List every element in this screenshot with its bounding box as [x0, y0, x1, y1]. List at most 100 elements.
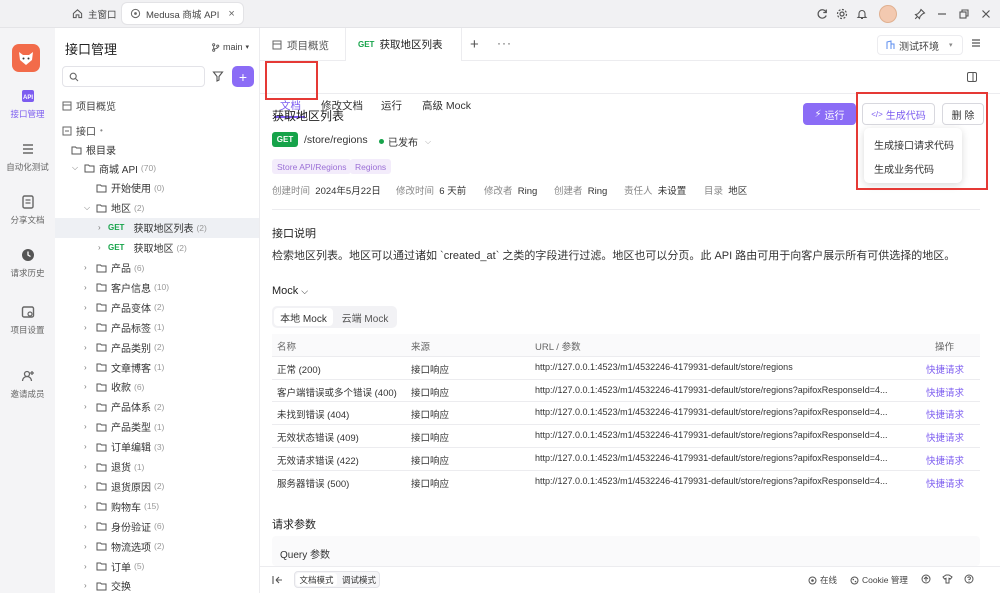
subtab-advanced-mock[interactable]: 高级 Mock — [422, 98, 471, 113]
mock-url[interactable]: http://127.0.0.1:4523/m1/4532246-4179931… — [535, 407, 888, 417]
generate-code-button[interactable]: </> 生成代码 — [862, 103, 935, 125]
doc-mode-button[interactable]: 文档模式 — [296, 573, 337, 586]
restore-icon[interactable] — [956, 6, 972, 22]
home-tab[interactable]: 主窗口 — [64, 3, 125, 24]
tab-cloud-mock[interactable]: 云端 Mock — [336, 308, 394, 326]
rail-item-settings[interactable]: 项目设置 — [0, 304, 55, 336]
shirt-icon[interactable] — [942, 574, 953, 584]
tree-folder[interactable]: › 产品标签 (1) — [55, 317, 259, 337]
tag-regions[interactable]: Regions — [350, 159, 392, 174]
project-overview-item[interactable]: 项目概览 — [62, 98, 116, 113]
tree-folder[interactable]: › 产品类型 (1) — [55, 417, 259, 437]
mock-url[interactable]: http://127.0.0.1:4523/m1/4532246-4179931… — [535, 453, 888, 463]
rail-item-history[interactable]: 请求历史 — [0, 247, 55, 279]
mock-url[interactable]: http://127.0.0.1:4523/m1/4532246-4179931… — [535, 430, 888, 440]
subtab-run[interactable]: 运行 — [381, 98, 402, 113]
delete-button[interactable]: 删 除 — [942, 103, 984, 125]
tree-folder[interactable]: › 产品 (6) — [55, 258, 259, 278]
tab-local-mock[interactable]: 本地 Mock — [274, 308, 333, 326]
add-button[interactable]: + — [232, 66, 254, 87]
tab-project-overview[interactable]: 项目概览 — [272, 35, 329, 55]
mock-url[interactable]: http://127.0.0.1:4523/m1/4532246-4179931… — [535, 385, 888, 395]
chevron-right-icon[interactable]: › — [84, 402, 96, 411]
tree-folder[interactable]: › 退货原因 (2) — [55, 476, 259, 496]
search-input[interactable] — [62, 66, 205, 87]
run-button[interactable]: ⚡ 运行 — [803, 103, 856, 125]
tree-folder[interactable]: › 订单 (5) — [55, 556, 259, 576]
environment-selector[interactable]: 测试环境 ▾ — [877, 35, 963, 55]
quick-request-link[interactable]: 快捷请求 — [926, 385, 964, 399]
tab-get-regions[interactable]: GET 获取地区列表 — [345, 28, 462, 61]
quick-request-link[interactable]: 快捷请求 — [926, 453, 964, 467]
tree-folder[interactable]: › 产品类别 (2) — [55, 337, 259, 357]
tree-folder[interactable]: › 客户信息 (10) — [55, 277, 259, 297]
chevron-right-icon[interactable]: › — [84, 542, 96, 551]
window-close-icon[interactable] — [978, 6, 994, 22]
debug-mode-button[interactable]: 调试模式 — [339, 573, 379, 586]
chevron-right-icon[interactable]: › — [84, 482, 96, 491]
chevron-right-icon[interactable]: › — [84, 422, 96, 431]
add-tab-icon[interactable]: + — [470, 36, 479, 53]
chevron-right-icon[interactable]: › — [84, 442, 96, 451]
chevron-right-icon[interactable]: › — [84, 263, 96, 272]
menu-icon[interactable] — [970, 37, 982, 49]
mock-url[interactable]: http://127.0.0.1:4523/m1/4532246-4179931… — [535, 362, 793, 372]
tree-folder[interactable]: › 购物车 (15) — [55, 496, 259, 516]
tree-folder[interactable]: › 订单编辑 (3) — [55, 437, 259, 457]
chevron-right-icon[interactable]: › — [84, 462, 96, 471]
chevron-down-icon[interactable]: ⌵ — [72, 163, 84, 173]
quick-request-link[interactable]: 快捷请求 — [926, 362, 964, 376]
mock-url[interactable]: http://127.0.0.1:4523/m1/4532246-4179931… — [535, 476, 888, 486]
tree-folder[interactable]: ⌵ 商城 API (70) — [55, 158, 259, 178]
online-status[interactable]: 在线 — [808, 574, 837, 586]
cookie-manager[interactable]: Cookie 管理 — [850, 574, 908, 586]
chevron-right-icon[interactable]: › — [84, 382, 96, 391]
rail-item-automation[interactable]: 自动化测试 — [0, 141, 55, 173]
avatar[interactable] — [879, 5, 897, 23]
close-icon[interactable]: × — [228, 8, 234, 20]
menu-item-business-code[interactable]: 生成业务代码 — [874, 161, 934, 176]
api-section-header[interactable]: 接口 • — [62, 123, 103, 138]
rail-item-invite[interactable]: 邀请成员 — [0, 368, 55, 400]
refresh-icon[interactable] — [814, 6, 830, 22]
chevron-right-icon[interactable]: › — [84, 502, 96, 511]
chevron-right-icon[interactable]: › — [84, 581, 96, 590]
tree-folder[interactable]: › 产品体系 (2) — [55, 397, 259, 417]
bell-icon[interactable] — [854, 6, 870, 22]
tree-folder[interactable]: › 收款 (6) — [55, 377, 259, 397]
tree-folder[interactable]: › 文章博客 (1) — [55, 357, 259, 377]
tree-folder[interactable]: 开始使用 (0) — [55, 178, 259, 198]
rail-item-share-doc[interactable]: 分享文档 — [0, 194, 55, 226]
tree-api-item[interactable]: › GET 获取地区 (2) — [55, 238, 259, 258]
chevron-right-icon[interactable]: › — [84, 522, 96, 531]
root-directory[interactable]: 根目录 — [71, 142, 116, 157]
gear-icon[interactable] — [834, 6, 850, 22]
chevron-right-icon[interactable]: › — [84, 323, 96, 332]
chevron-right-icon[interactable]: › — [84, 283, 96, 292]
status-selector[interactable]: 已发布 ⌵ — [379, 134, 431, 149]
tree-folder[interactable]: › 身份验证 (6) — [55, 516, 259, 536]
tree-api-item[interactable]: › GET 获取地区列表 (2) — [55, 217, 259, 238]
panel-toggle-icon[interactable] — [966, 71, 978, 83]
tree-folder[interactable]: ⌵ 地区 (2) — [55, 198, 259, 218]
tree-folder[interactable]: › 退货 (1) — [55, 457, 259, 477]
tree-folder[interactable]: › 交换 — [55, 576, 259, 593]
quick-request-link[interactable]: 快捷请求 — [926, 430, 964, 444]
pin-icon[interactable] — [912, 6, 928, 22]
help-icon[interactable] — [964, 574, 974, 584]
collapse-sidebar-icon[interactable] — [272, 575, 283, 585]
tree-folder[interactable]: › 产品变体 (2) — [55, 297, 259, 317]
project-tab[interactable]: Medusa 商城 API × — [122, 3, 243, 24]
filter-icon[interactable] — [212, 70, 224, 82]
upload-icon[interactable] — [921, 574, 931, 584]
more-icon[interactable]: ··· — [497, 36, 512, 50]
tree-folder[interactable]: › 物流选项 (2) — [55, 536, 259, 556]
minimize-icon[interactable] — [934, 6, 950, 22]
quick-request-link[interactable]: 快捷请求 — [926, 407, 964, 421]
tag-store-api-regions[interactable]: Store API/Regions — [272, 159, 352, 174]
chevron-right-icon[interactable]: › — [84, 363, 96, 372]
chevron-down-icon[interactable]: ⌵ — [84, 203, 96, 213]
quick-request-link[interactable]: 快捷请求 — [926, 476, 964, 490]
mock-section-header[interactable]: Mock ⌵ — [272, 285, 308, 297]
branch-selector[interactable]: main ▾ — [211, 42, 249, 52]
